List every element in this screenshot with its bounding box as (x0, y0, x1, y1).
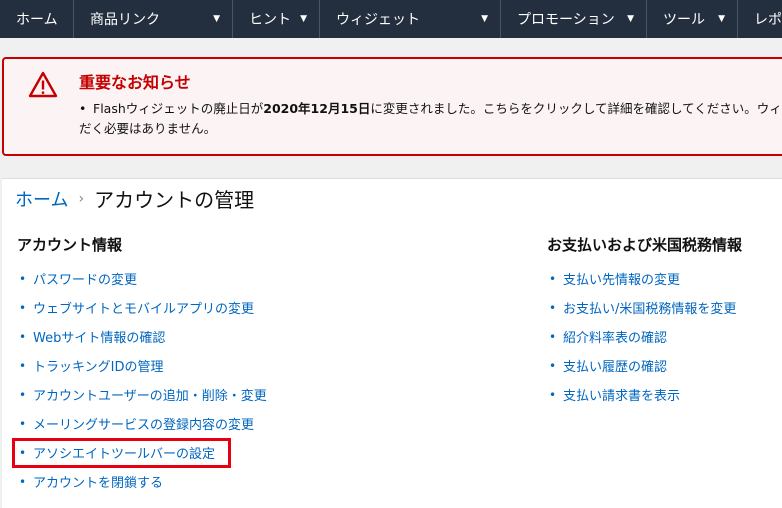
caret-down-icon: ▼ (300, 14, 307, 24)
list-item-link[interactable]: お支払い/米国税務情報を変更 (563, 298, 736, 317)
bullet-icon: • (19, 416, 27, 431)
bullet-icon: • (19, 300, 27, 315)
nav-widgets-label: ウィジェット (336, 12, 420, 28)
list-item[interactable]: • トラッキングIDの管理 (19, 351, 267, 380)
account-info-list: • パスワードの変更 • ウェブサイトとモバイルアプリの変更 • Webサイト情報の確認 •… (19, 264, 267, 496)
top-nav: ホーム 商品リンク ▼ ヒント ▼ ウィジェット ▼ プロモーション ▼ ツール… (0, 0, 782, 38)
list-item-link[interactable]: アソシエイトツールバーの設定 (33, 443, 215, 462)
list-item-link[interactable]: 支払い請求書を表示 (563, 385, 680, 404)
list-item-link[interactable]: 支払い履歴の確認 (563, 356, 667, 375)
list-item[interactable]: • 支払い履歴の確認 (549, 351, 736, 380)
nav-hints-label: ヒント (249, 12, 291, 28)
list-item[interactable]: • 支払い先情報の変更 (549, 264, 736, 293)
list-item-link[interactable]: 支払い先情報の変更 (563, 269, 680, 288)
caret-down-icon: ▼ (481, 14, 488, 24)
alert-text: に変更されました。こちらをクリックして詳細を確認してください。ウィ (370, 101, 782, 116)
list-item[interactable]: • ウェブサイトとモバイルアプリの変更 (19, 293, 267, 322)
nav-promotions[interactable]: プロモーション ▼ (501, 0, 647, 38)
payment-info-heading: お支払いおよび米国税務情報 (547, 236, 743, 254)
page-title: アカウントの管理 (94, 188, 255, 212)
list-item-link[interactable]: アカウントユーザーの追加・削除・変更 (33, 385, 267, 404)
list-item-link[interactable]: パスワードの変更 (33, 269, 137, 288)
list-item[interactable]: • 紹介料率表の確認 (549, 322, 736, 351)
bullet-icon: • (19, 271, 27, 286)
bullet-icon: • (19, 445, 27, 460)
important-notice-alert: 重要なお知らせ • Flashウィジェットの廃止日が2020年12月15日に変更… (2, 57, 782, 156)
bullet-icon: • (549, 358, 557, 373)
warning-icon (28, 71, 58, 98)
alert-line-2: だく必要はありません。 (79, 121, 217, 136)
nav-widgets[interactable]: ウィジェット ▼ (320, 0, 501, 38)
list-item[interactable]: • アカウントユーザーの追加・削除・変更 (19, 380, 267, 409)
list-item-link[interactable]: メーリングサービスの登録内容の変更 (33, 414, 254, 433)
nav-product-links[interactable]: 商品リンク ▼ (74, 0, 233, 38)
nav-reports[interactable]: レポ (738, 0, 782, 38)
list-item[interactable]: • アソシエイトツールバーの設定 (19, 438, 267, 467)
breadcrumb-home-link[interactable]: ホーム (15, 186, 68, 212)
bullet-icon: • (549, 271, 557, 286)
list-item[interactable]: • パスワードの変更 (19, 264, 267, 293)
nav-tools[interactable]: ツール ▼ (647, 0, 738, 38)
breadcrumb: ホーム › アカウントの管理 (15, 184, 254, 213)
nav-promotions-label: プロモーション (517, 12, 615, 28)
list-item[interactable]: • 支払い請求書を表示 (549, 380, 736, 409)
payment-info-list: • 支払い先情報の変更 • お支払い/米国税務情報を変更 • 紹介料率表の確認 • 支払い履歴… (549, 264, 736, 409)
alert-bullet: • (79, 101, 87, 116)
nav-reports-label: レポ (754, 12, 782, 28)
bullet-icon: • (19, 387, 27, 402)
list-item[interactable]: • Webサイト情報の確認 (19, 322, 267, 351)
list-item-link[interactable]: Webサイト情報の確認 (33, 327, 165, 346)
alert-date: 2020年12月15日 (263, 101, 371, 116)
bullet-icon: • (549, 329, 557, 344)
list-item[interactable]: • アカウントを閉鎖する (19, 467, 267, 496)
nav-home-label: ホーム (16, 12, 58, 28)
caret-down-icon: ▼ (627, 14, 634, 24)
alert-text: Flashウィジェットの廃止日が (93, 101, 264, 116)
bullet-icon: • (19, 329, 27, 344)
nav-tools-label: ツール (663, 12, 705, 28)
list-item-link[interactable]: ウェブサイトとモバイルアプリの変更 (33, 298, 254, 317)
alert-title: 重要なお知らせ (79, 73, 191, 92)
nav-home[interactable]: ホーム (0, 0, 74, 38)
alert-line-1[interactable]: Flashウィジェットの廃止日が2020年12月15日に変更されました。こちらを… (93, 99, 782, 119)
nav-product-links-label: 商品リンク (90, 12, 160, 28)
list-item-link[interactable]: アカウントを閉鎖する (33, 472, 163, 491)
caret-down-icon: ▼ (718, 14, 725, 24)
list-item[interactable]: • お支払い/米国税務情報を変更 (549, 293, 736, 322)
list-item-link[interactable]: 紹介料率表の確認 (563, 327, 667, 346)
account-info-heading: アカウント情報 (17, 236, 123, 254)
bullet-icon: • (19, 474, 27, 489)
breadcrumb-separator-icon: › (78, 190, 85, 207)
bullet-icon: • (549, 387, 557, 402)
nav-hints[interactable]: ヒント ▼ (233, 0, 320, 38)
list-item-link[interactable]: トラッキングIDの管理 (33, 356, 163, 375)
bullet-icon: • (19, 358, 27, 373)
caret-down-icon: ▼ (213, 14, 220, 24)
bullet-icon: • (549, 300, 557, 315)
list-item[interactable]: • メーリングサービスの登録内容の変更 (19, 409, 267, 438)
